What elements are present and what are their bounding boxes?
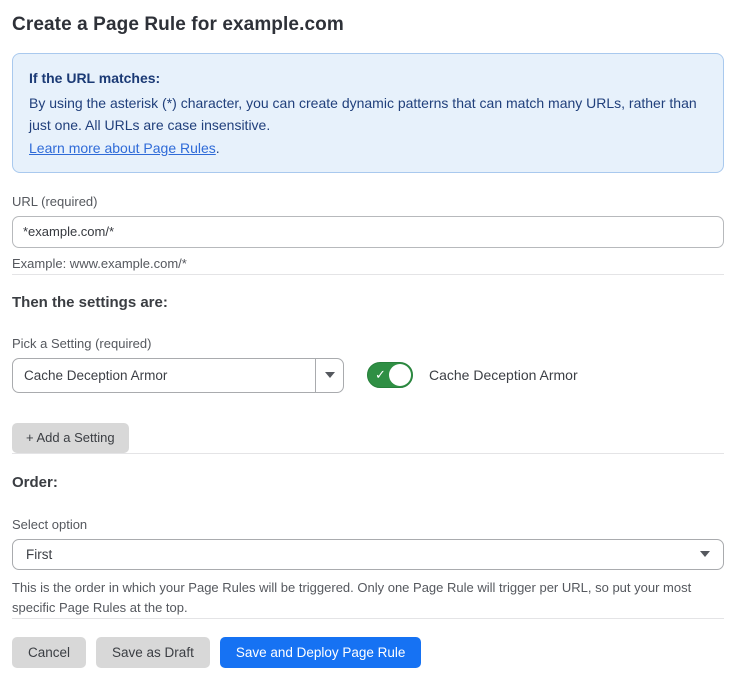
link-suffix: . xyxy=(216,140,220,156)
chevron-down-icon xyxy=(700,551,710,557)
setting-dropdown[interactable]: Cache Deception Armor xyxy=(12,358,344,393)
url-field-block: URL (required) Example: www.example.com/… xyxy=(12,194,724,274)
save-and-deploy-button[interactable]: Save and Deploy Page Rule xyxy=(220,637,422,668)
setting-row: Cache Deception Armor ✓ Cache Deception … xyxy=(12,358,724,393)
setting-dropdown-value: Cache Deception Armor xyxy=(13,359,315,392)
pick-setting-label: Pick a Setting (required) xyxy=(12,336,724,351)
info-box-body: By using the asterisk (*) character, you… xyxy=(29,92,707,137)
setting-dropdown-arrow-button[interactable] xyxy=(315,359,343,392)
save-as-draft-button[interactable]: Save as Draft xyxy=(96,637,210,668)
order-section-heading: Order: xyxy=(12,474,724,491)
toggle-label: Cache Deception Armor xyxy=(429,367,578,383)
toggle-knob xyxy=(389,364,411,386)
url-field-label: URL (required) xyxy=(12,194,724,209)
url-match-info-box: If the URL matches: By using the asteris… xyxy=(12,53,724,173)
order-select-value: First xyxy=(26,547,52,562)
footer-actions: Cancel Save as Draft Save and Deploy Pag… xyxy=(12,637,724,668)
order-helper-text: This is the order in which your Page Rul… xyxy=(12,578,712,618)
page-title: Create a Page Rule for example.com xyxy=(12,14,724,36)
settings-section-heading: Then the settings are: xyxy=(12,294,724,311)
cancel-button[interactable]: Cancel xyxy=(12,637,86,668)
select-option-label: Select option xyxy=(12,517,724,532)
url-input[interactable] xyxy=(12,216,724,248)
url-example-helper: Example: www.example.com/* xyxy=(12,254,724,274)
learn-more-link[interactable]: Learn more about Page Rules xyxy=(29,140,216,156)
add-setting-button[interactable]: + Add a Setting xyxy=(12,423,129,453)
divider xyxy=(12,618,724,619)
order-select[interactable]: First xyxy=(12,539,724,570)
check-icon: ✓ xyxy=(375,369,386,382)
chevron-down-icon xyxy=(325,372,335,378)
info-box-link-line: Learn more about Page Rules. xyxy=(29,137,707,160)
cache-deception-armor-toggle[interactable]: ✓ xyxy=(367,362,413,388)
info-box-heading: If the URL matches: xyxy=(29,67,707,90)
divider xyxy=(12,453,724,454)
divider xyxy=(12,274,724,275)
